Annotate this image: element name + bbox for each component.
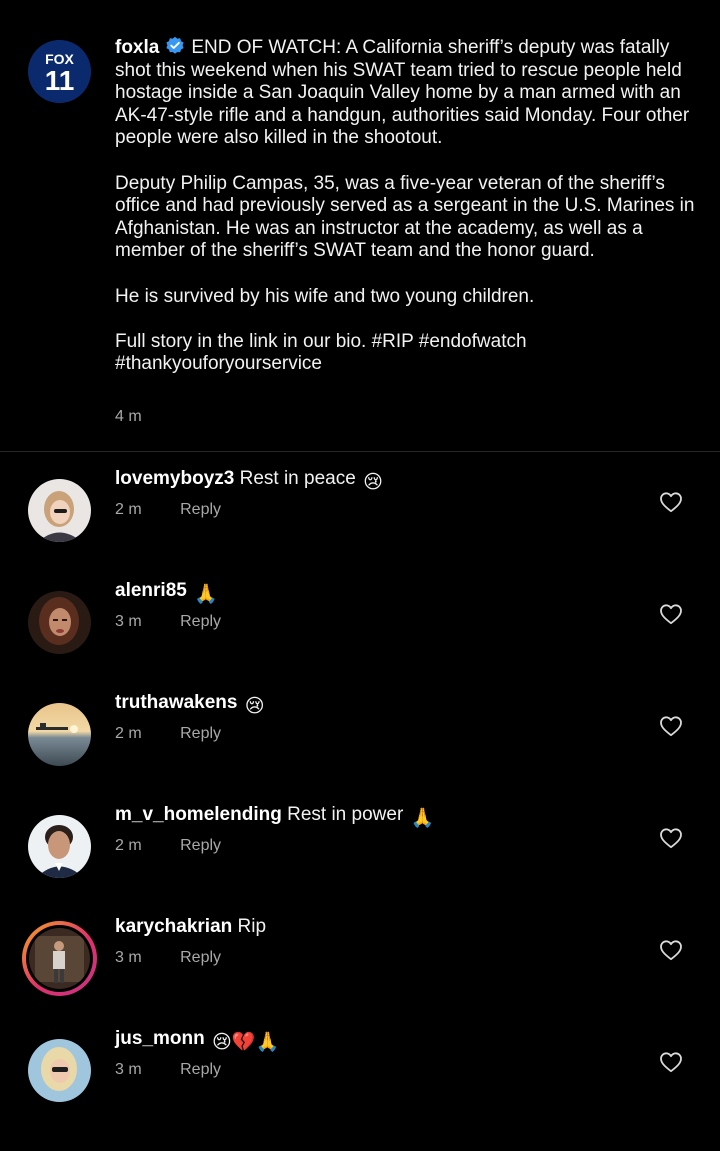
reply-button[interactable]: Reply [180, 837, 221, 854]
heart-outline-icon[interactable] [659, 715, 683, 737]
caption-paragraph-4: Full story in the link in our bio. #RIP … [115, 330, 527, 375]
avatar-photo-frame [29, 928, 90, 989]
commenter-avatar[interactable] [28, 815, 91, 878]
reply-button[interactable]: Reply [180, 725, 221, 742]
avatar-photo [28, 591, 91, 654]
comment-timestamp: 3 m [115, 949, 142, 966]
avatar-photo [28, 815, 91, 878]
heart-outline-icon[interactable] [659, 1051, 683, 1073]
comment-username[interactable]: karychakrian [115, 916, 232, 937]
reply-button[interactable]: Reply [180, 613, 221, 630]
reply-button[interactable]: Reply [180, 1061, 221, 1078]
comment-text: Rest in power [287, 804, 404, 825]
heart-outline-icon[interactable] [659, 827, 683, 849]
commenter-avatar-with-story-ring[interactable] [22, 921, 97, 996]
comment-username[interactable]: alenri85 [115, 580, 187, 601]
avatar-photo [28, 1039, 91, 1102]
comment-timestamp: 2 m [115, 501, 142, 518]
folded-hands-icon: 🙏 [410, 808, 435, 829]
fox-11-logo: FOX 11 [28, 40, 91, 103]
comment-timestamp: 2 m [115, 837, 142, 854]
comment-username[interactable]: jus_monn [115, 1028, 205, 1049]
foxla-avatar[interactable]: FOX 11 [28, 40, 91, 103]
folded-hands-icon: 🙏 [194, 584, 218, 605]
crying-face-icon: 😢 [244, 696, 265, 717]
caption-paragraph-2: Deputy Philip Campas, 35, was a five-yea… [115, 172, 695, 262]
heart-outline-icon[interactable] [659, 491, 683, 513]
eleven-logo-text: 11 [45, 65, 75, 96]
commenter-avatar[interactable] [28, 1039, 91, 1102]
heart-outline-icon[interactable] [659, 603, 683, 625]
heart-outline-icon[interactable] [659, 939, 683, 961]
comment-username[interactable]: lovemyboyz3 [115, 468, 234, 489]
comment-timestamp: 3 m [115, 1061, 142, 1078]
comment-item: m_v_homelending Rest in power 🙏 2 m Repl… [0, 804, 720, 927]
avatar-photo [28, 703, 91, 766]
caption-divider [0, 451, 720, 452]
comment-username[interactable]: truthawakens [115, 692, 237, 713]
avatar-photo [28, 479, 91, 542]
reply-button[interactable]: Reply [180, 949, 221, 966]
comment-item: karychakrian Rip 3 m Reply [0, 916, 720, 1039]
post-caption: FOX 11 foxla END OF WATCH: A California … [0, 0, 720, 452]
commenter-avatar[interactable] [28, 479, 91, 542]
comment-item: jus_monn 😢💔🙏 3 m Reply [0, 1028, 720, 1151]
comment-item: lovemyboyz3 Rest in peace 😢 2 m Reply [0, 468, 720, 591]
comment-item: alenri85 🙏 3 m Reply [0, 580, 720, 703]
post-timestamp: 4 m [115, 408, 142, 425]
comment-timestamp: 3 m [115, 613, 142, 630]
caption-paragraph-3: He is survived by his wife and two young… [115, 285, 535, 307]
comment-item: truthawakens 😢 2 m Reply [0, 692, 720, 815]
comment-timestamp: 2 m [115, 725, 142, 742]
commenter-avatar[interactable] [28, 703, 91, 766]
post-username[interactable]: foxla [115, 37, 159, 58]
avatar-photo [29, 928, 90, 989]
reply-button[interactable]: Reply [180, 501, 221, 518]
verified-badge-icon [166, 36, 184, 54]
comment-text: Rest in peace [239, 468, 356, 489]
crying-broken-heart-folded-hands-icons: 😢💔🙏 [212, 1032, 280, 1053]
caption-text: foxla END OF WATCH: A California sheriff… [115, 36, 695, 376]
comment-username[interactable]: m_v_homelending [115, 804, 282, 825]
crying-face-icon: 😢 [363, 472, 383, 493]
caption-paragraph-1: END OF WATCH: A California sheriff’s dep… [115, 37, 690, 149]
story-ring-gap [26, 925, 93, 992]
commenter-avatar[interactable] [28, 591, 91, 654]
comment-text: Rip [237, 916, 267, 937]
